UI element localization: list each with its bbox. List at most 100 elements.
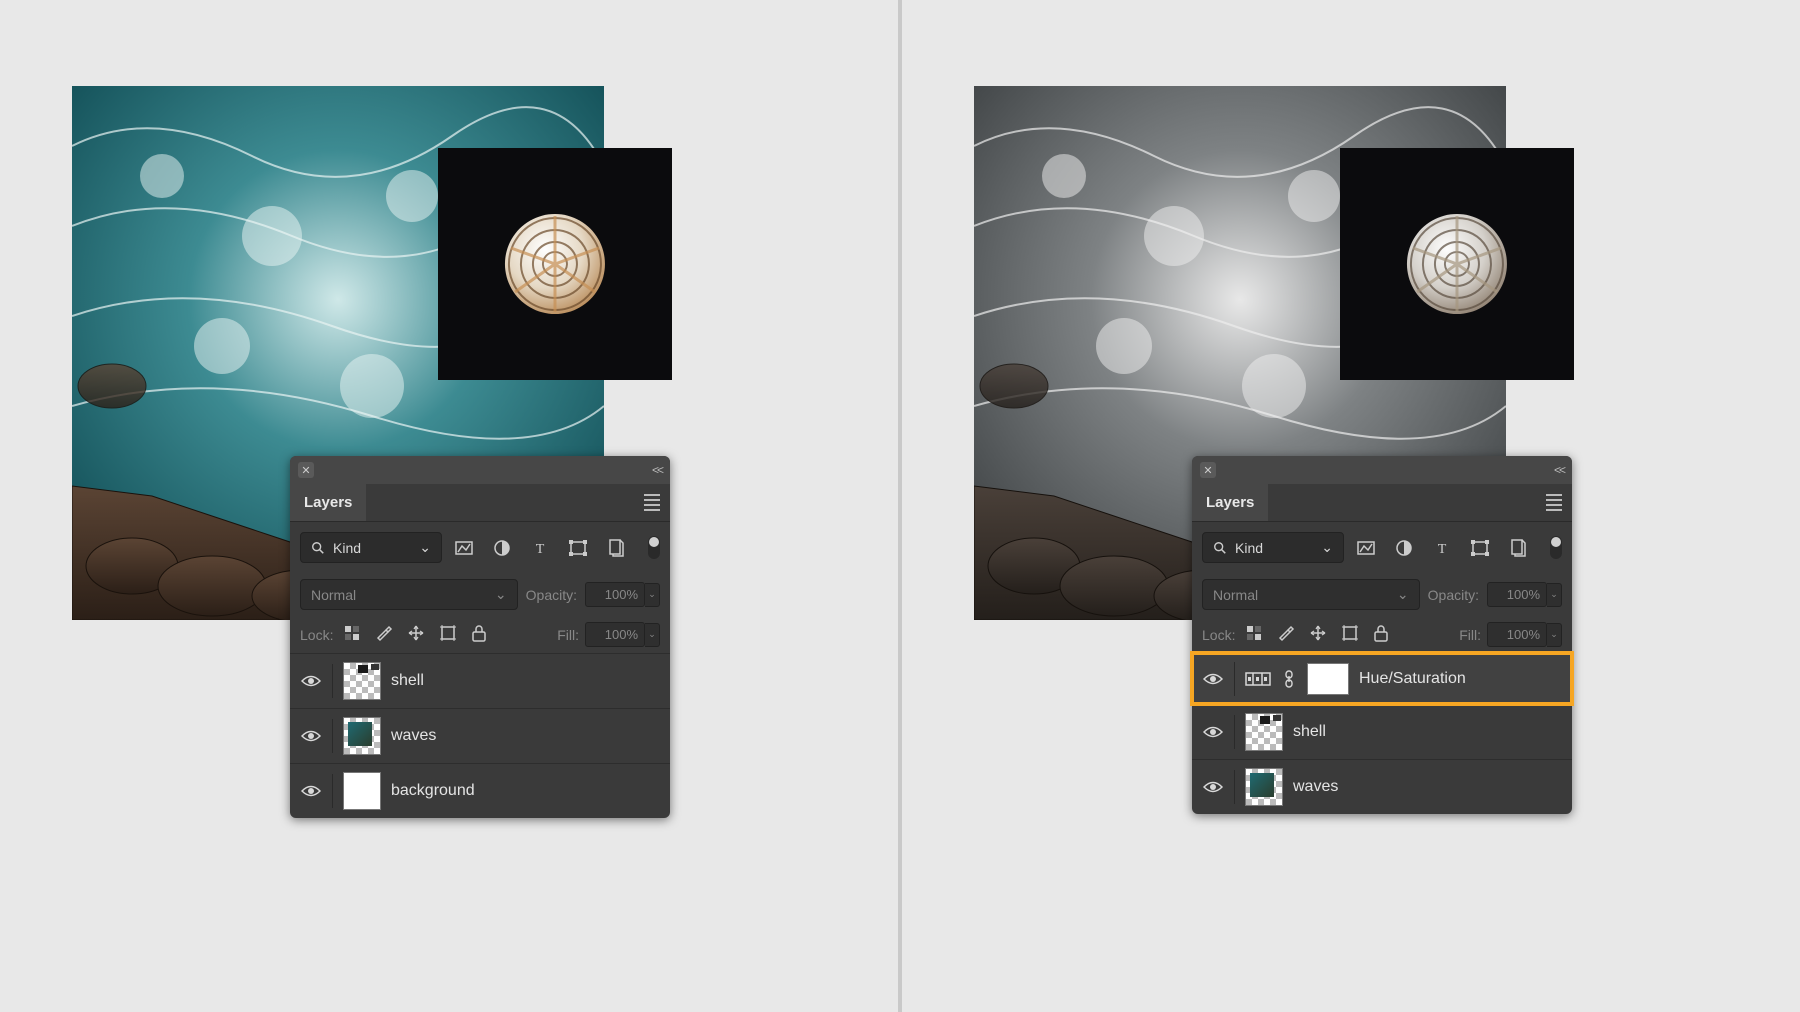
- layer-name[interactable]: shell: [1293, 723, 1326, 741]
- divider: [1234, 715, 1235, 749]
- panel-menu-icon[interactable]: [1546, 494, 1562, 511]
- svg-text:T: T: [536, 542, 545, 557]
- layer-name[interactable]: waves: [1293, 778, 1338, 796]
- lock-position-icon[interactable]: [1309, 624, 1327, 645]
- filter-kind-dropdown[interactable]: Kind ⌄: [300, 532, 442, 563]
- layer-thumbnail[interactable]: [1245, 713, 1283, 751]
- visibility-toggle[interactable]: [300, 670, 322, 692]
- filter-type-icon[interactable]: T: [530, 538, 550, 558]
- lock-transparency-icon[interactable]: [343, 624, 361, 645]
- lock-pixels-icon[interactable]: [375, 624, 393, 645]
- layers-tab[interactable]: Layers: [1192, 484, 1268, 521]
- layer-name[interactable]: Hue/Saturation: [1359, 670, 1466, 688]
- blend-mode-dropdown[interactable]: Normal ⌄: [1202, 579, 1420, 610]
- filter-shape-icon[interactable]: [568, 538, 588, 558]
- blend-mode-value: Normal: [311, 587, 356, 603]
- layer-row-shell[interactable]: shell: [290, 653, 670, 708]
- filter-adjustment-icon[interactable]: [492, 538, 512, 558]
- chevron-down-icon: ⌄: [1321, 539, 1333, 556]
- visibility-toggle[interactable]: [1202, 721, 1224, 743]
- divider: [332, 719, 333, 753]
- visibility-toggle[interactable]: [1202, 776, 1224, 798]
- fill-control: Fill: 100% ⌄: [557, 622, 660, 647]
- layers-panel-left: ✕ << Layers Kind ⌄ T: [290, 456, 670, 818]
- layer-row-waves[interactable]: waves: [1192, 759, 1572, 814]
- adjustment-layer-icon[interactable]: [1245, 669, 1271, 689]
- layer-name[interactable]: waves: [391, 727, 436, 745]
- filter-shape-icon[interactable]: [1470, 538, 1490, 558]
- filter-type-icon[interactable]: T: [1432, 538, 1452, 558]
- layer-mask-link-icon[interactable]: [1281, 669, 1297, 689]
- lock-transparency-icon[interactable]: [1245, 624, 1263, 645]
- chevron-down-icon[interactable]: ⌄: [645, 583, 660, 607]
- nautilus-shell-icon: [495, 204, 615, 324]
- lock-artboard-icon[interactable]: [439, 624, 457, 645]
- chevron-down-icon[interactable]: ⌄: [1547, 623, 1562, 647]
- panel-titlebar[interactable]: ✕ <<: [290, 456, 670, 484]
- fill-value[interactable]: 100%: [1487, 622, 1547, 647]
- filter-toggle[interactable]: [1550, 536, 1562, 559]
- opacity-label: Opacity:: [526, 587, 577, 603]
- lock-all-icon[interactable]: [471, 624, 487, 645]
- layer-thumbnail[interactable]: [343, 662, 381, 700]
- layers-list: shell waves background: [290, 653, 670, 818]
- visibility-toggle[interactable]: [300, 725, 322, 747]
- close-icon[interactable]: ✕: [298, 462, 314, 478]
- opacity-value[interactable]: 100%: [1487, 582, 1547, 607]
- layer-name[interactable]: shell: [391, 672, 424, 690]
- shell-image-box: [438, 148, 672, 380]
- layers-list: Hue/Saturation shell waves: [1192, 653, 1572, 814]
- collapse-icon[interactable]: <<: [652, 463, 662, 477]
- lock-all-icon[interactable]: [1373, 624, 1389, 645]
- opacity-label: Opacity:: [1428, 587, 1479, 603]
- lock-row: Lock: Fill: 100% ⌄: [290, 616, 670, 653]
- filter-toggle[interactable]: [648, 536, 660, 559]
- lock-label: Lock:: [300, 627, 333, 643]
- panel-tabbar: Layers: [290, 484, 670, 522]
- layer-mask-thumbnail[interactable]: [1307, 663, 1349, 695]
- chevron-down-icon[interactable]: ⌄: [645, 623, 660, 647]
- lock-position-icon[interactable]: [407, 624, 425, 645]
- layer-row-hue-saturation[interactable]: Hue/Saturation: [1192, 653, 1572, 704]
- chevron-down-icon[interactable]: ⌄: [1547, 583, 1562, 607]
- search-icon: [311, 541, 325, 555]
- blend-mode-dropdown[interactable]: Normal ⌄: [300, 579, 518, 610]
- close-icon[interactable]: ✕: [1200, 462, 1216, 478]
- right-pane: ✕ << Layers Kind ⌄ T: [902, 0, 1800, 1012]
- layer-name[interactable]: background: [391, 782, 475, 800]
- lock-row: Lock: Fill: 100% ⌄: [1192, 616, 1572, 653]
- layers-panel-right: ✕ << Layers Kind ⌄ T: [1192, 456, 1572, 814]
- search-icon: [1213, 541, 1227, 555]
- filter-pixel-icon[interactable]: [454, 538, 474, 558]
- layer-row-waves[interactable]: waves: [290, 708, 670, 763]
- visibility-toggle[interactable]: [300, 780, 322, 802]
- filter-adjustment-icon[interactable]: [1394, 538, 1414, 558]
- filter-kind-label: Kind: [1235, 540, 1263, 556]
- visibility-toggle[interactable]: [1202, 668, 1224, 690]
- opacity-control: Opacity:: [526, 587, 577, 603]
- chevron-down-icon: ⌄: [1397, 586, 1409, 603]
- lock-pixels-icon[interactable]: [1277, 624, 1295, 645]
- fill-label: Fill:: [1459, 627, 1481, 643]
- filter-pixel-icon[interactable]: [1356, 538, 1376, 558]
- layers-tab[interactable]: Layers: [290, 484, 366, 521]
- blend-row: Normal ⌄ Opacity: 100% ⌄: [1192, 573, 1572, 616]
- layer-row-background[interactable]: background: [290, 763, 670, 818]
- split-view: ✕ << Layers Kind ⌄ T: [0, 0, 1800, 1012]
- shell-image-box: [1340, 148, 1574, 380]
- filter-smartobject-icon[interactable]: [1508, 538, 1528, 558]
- nautilus-shell-icon: [1397, 204, 1517, 324]
- opacity-value[interactable]: 100%: [585, 582, 645, 607]
- fill-value[interactable]: 100%: [585, 622, 645, 647]
- blend-row: Normal ⌄ Opacity: 100% ⌄: [290, 573, 670, 616]
- panel-menu-icon[interactable]: [644, 494, 660, 511]
- layer-thumbnail[interactable]: [343, 772, 381, 810]
- layer-row-shell[interactable]: shell: [1192, 704, 1572, 759]
- panel-titlebar[interactable]: ✕ <<: [1192, 456, 1572, 484]
- filter-smartobject-icon[interactable]: [606, 538, 626, 558]
- layer-thumbnail[interactable]: [343, 717, 381, 755]
- lock-artboard-icon[interactable]: [1341, 624, 1359, 645]
- filter-kind-dropdown[interactable]: Kind ⌄: [1202, 532, 1344, 563]
- layer-thumbnail[interactable]: [1245, 768, 1283, 806]
- collapse-icon[interactable]: <<: [1554, 463, 1564, 477]
